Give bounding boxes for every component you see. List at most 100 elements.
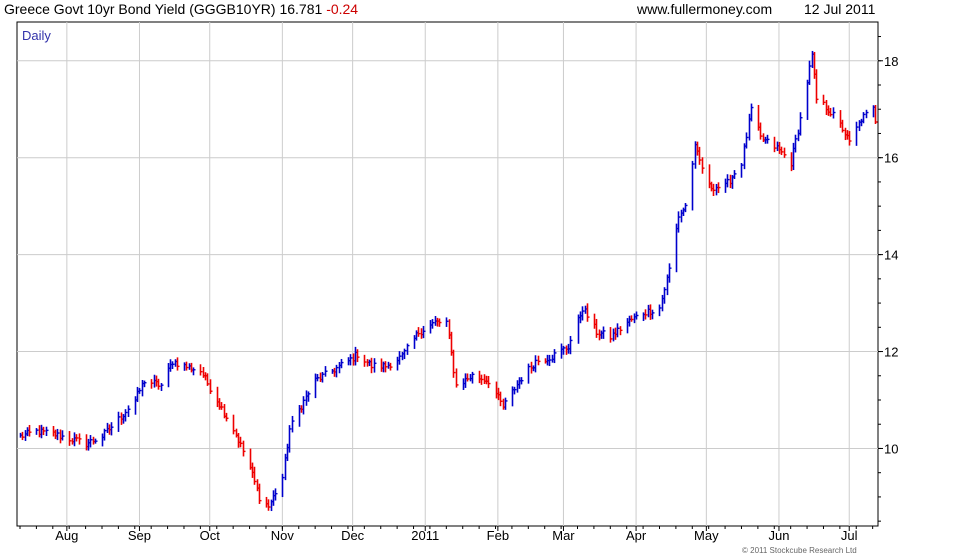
price-bar bbox=[829, 107, 833, 117]
price-bar bbox=[766, 134, 770, 144]
price-bar bbox=[45, 426, 49, 437]
price-bar bbox=[406, 343, 410, 355]
price-bar bbox=[316, 374, 320, 382]
price-bar bbox=[581, 306, 585, 321]
price-bar bbox=[225, 412, 229, 422]
price-bar bbox=[684, 202, 688, 213]
price-bar bbox=[740, 162, 744, 178]
price-bar bbox=[832, 107, 836, 119]
price-bar bbox=[848, 131, 852, 146]
price-bar bbox=[780, 146, 784, 156]
y-tick-label: 16 bbox=[884, 151, 898, 166]
price-bar bbox=[321, 371, 325, 383]
price-bar bbox=[209, 379, 213, 394]
price-bar bbox=[698, 146, 702, 165]
price-bar bbox=[94, 438, 98, 444]
price-bar bbox=[103, 428, 107, 441]
price-bar bbox=[403, 348, 407, 360]
price-bar bbox=[537, 355, 541, 366]
axis-labels: 10 12 14 16 18 Aug Sep Oct Nov Dec 2011 Feb Mar Apr Ma… bbox=[55, 54, 898, 543]
price-bar bbox=[192, 367, 196, 376]
price-bar bbox=[520, 377, 524, 385]
price-bar bbox=[822, 94, 826, 105]
copyright-footer: © 2011 Stockcube Research Ltd bbox=[742, 546, 857, 555]
price-bar bbox=[808, 60, 812, 85]
price-bar bbox=[750, 103, 754, 122]
price-bar bbox=[658, 304, 662, 317]
x-tick-label: Apr bbox=[626, 528, 647, 543]
price-bar bbox=[455, 368, 459, 388]
price-bar bbox=[138, 388, 142, 394]
price-bar bbox=[370, 357, 374, 374]
price-bar bbox=[644, 309, 648, 320]
price-bar bbox=[373, 358, 377, 373]
price-bar bbox=[199, 364, 203, 376]
price-bar bbox=[609, 327, 613, 343]
price-bar bbox=[717, 182, 721, 194]
price-bar bbox=[586, 303, 590, 322]
price-bar bbox=[487, 375, 491, 389]
price-bar bbox=[759, 122, 763, 140]
tick-marks bbox=[19, 36, 883, 531]
price-bar bbox=[691, 160, 695, 211]
price-bar bbox=[281, 473, 285, 498]
price-bar bbox=[635, 311, 639, 320]
price-bar bbox=[335, 364, 339, 378]
price-bar bbox=[258, 483, 262, 504]
price-bar bbox=[124, 409, 128, 422]
price-bar bbox=[513, 386, 517, 395]
price-bar bbox=[663, 287, 667, 304]
price-bar bbox=[232, 414, 236, 435]
y-tick-label: 12 bbox=[884, 345, 898, 360]
price-bar bbox=[562, 345, 566, 355]
x-tick-label: Sep bbox=[128, 528, 151, 543]
price-bar bbox=[668, 263, 672, 283]
price-bar bbox=[712, 183, 716, 197]
price-bar bbox=[480, 374, 484, 385]
bond-yield-chart: 10 12 14 16 18 Aug Sep Oct Nov Dec 2011 Feb Mar Apr Ma… bbox=[16, 21, 898, 543]
x-tick-label: 2011 bbox=[411, 528, 439, 543]
price-bar bbox=[75, 434, 79, 442]
price-bar bbox=[865, 109, 869, 119]
price-bar bbox=[42, 426, 46, 436]
x-tick-label: Feb bbox=[487, 528, 509, 543]
price-bar bbox=[677, 211, 681, 233]
price-bar bbox=[783, 147, 787, 158]
price-bar bbox=[471, 371, 475, 384]
price-bar bbox=[340, 358, 344, 369]
price-bar bbox=[78, 433, 82, 445]
price-bar bbox=[21, 431, 25, 441]
price-bar bbox=[110, 422, 114, 436]
price-bar bbox=[68, 431, 72, 446]
price-bar bbox=[815, 69, 819, 104]
price-bar bbox=[253, 466, 257, 485]
price-bar bbox=[534, 355, 538, 373]
x-tick-label: Mar bbox=[552, 528, 575, 543]
price-bar bbox=[89, 435, 93, 448]
price-bar bbox=[171, 361, 175, 369]
price-bar bbox=[504, 397, 508, 410]
price-bar bbox=[363, 354, 367, 367]
x-tick-label: Aug bbox=[55, 528, 78, 543]
price-bars bbox=[19, 50, 878, 512]
price-bar bbox=[548, 354, 552, 367]
price-bar bbox=[841, 119, 845, 133]
price-bar bbox=[452, 349, 456, 378]
price-bar bbox=[874, 104, 878, 125]
x-tick-label: Dec bbox=[341, 528, 365, 543]
price-bar bbox=[806, 79, 810, 120]
price-bar bbox=[630, 315, 634, 322]
price-bar bbox=[185, 361, 189, 371]
y-tick-label: 10 bbox=[884, 441, 898, 456]
price-bar bbox=[302, 396, 306, 415]
price-bar bbox=[733, 170, 737, 179]
y-tick-label: 18 bbox=[884, 54, 898, 69]
price-bar bbox=[398, 351, 402, 365]
price-bar bbox=[384, 361, 388, 373]
price-bar bbox=[417, 327, 421, 337]
price-bar bbox=[220, 402, 224, 410]
price-bar bbox=[651, 309, 655, 320]
price-bar bbox=[855, 121, 859, 146]
price-bar bbox=[56, 428, 60, 441]
price-bar bbox=[117, 411, 121, 432]
